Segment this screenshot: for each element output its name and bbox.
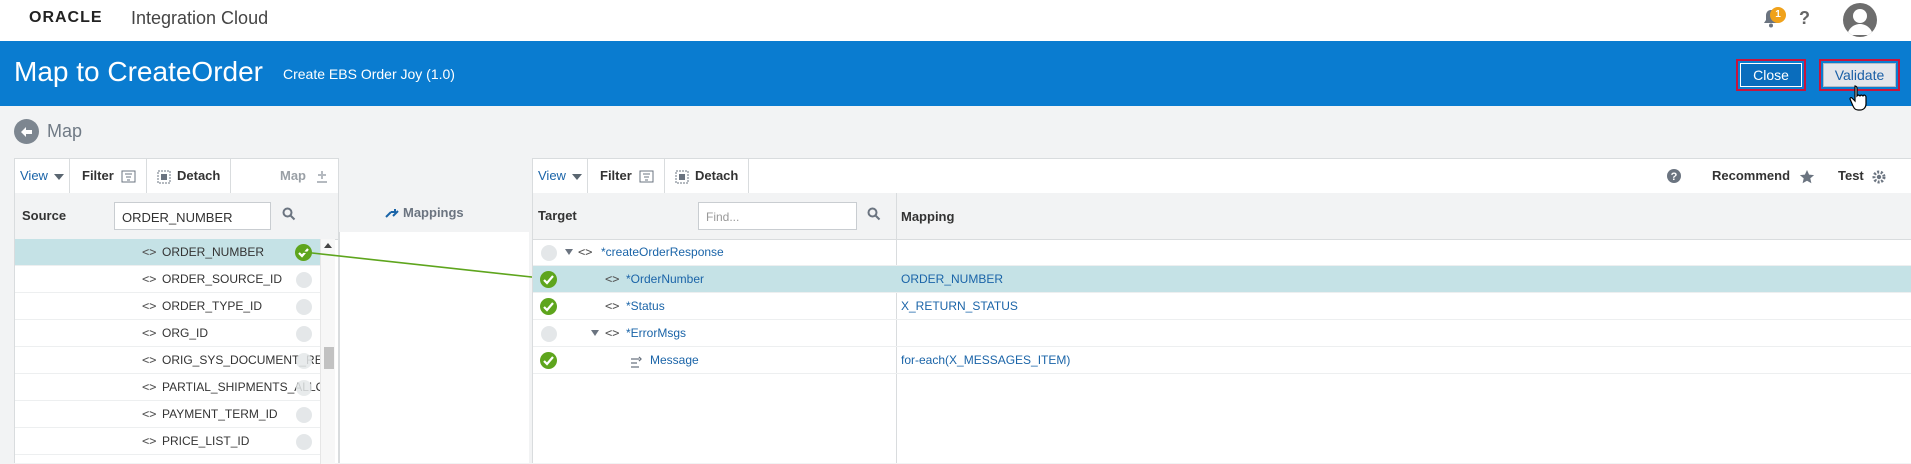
detach-icon xyxy=(675,170,689,184)
gear-icon xyxy=(1872,170,1886,184)
mapped-check-icon xyxy=(540,271,557,288)
unmapped-status-icon xyxy=(541,326,557,342)
target-row-label: *createOrderResponse xyxy=(601,245,724,259)
star-icon xyxy=(1799,169,1814,183)
target-row[interactable]: Message for-each(X_MESSAGES_ITEM) xyxy=(533,347,1911,374)
target-filter-label: Filter xyxy=(600,168,632,183)
for-each-icon xyxy=(629,353,643,380)
target-filter-button[interactable]: Filter xyxy=(588,159,665,193)
element-icon: <> xyxy=(605,299,620,313)
target-row[interactable]: <> *ErrorMsgs xyxy=(533,320,1911,347)
target-toolbar: View Filter Detach ? Recommend Test xyxy=(533,159,1911,194)
target-row[interactable]: <> *Status X_RETURN_STATUS xyxy=(533,293,1911,320)
mapping-column-header: Mapping xyxy=(901,209,955,224)
recommend-label: Recommend xyxy=(1712,168,1791,183)
target-row-label: *OrderNumber xyxy=(626,272,705,286)
collapse-icon[interactable] xyxy=(591,330,599,336)
target-view-menu[interactable]: View xyxy=(533,159,588,193)
recommend-button[interactable]: Recommend xyxy=(1712,159,1815,193)
help-circle-icon[interactable]: ? xyxy=(1666,168,1682,189)
target-row-label: *Status xyxy=(626,299,665,313)
filter-icon xyxy=(639,170,654,183)
target-detach-button[interactable]: Detach xyxy=(665,159,749,193)
collapse-icon[interactable] xyxy=(565,249,573,255)
target-row[interactable]: <> *createOrderResponse xyxy=(533,239,1911,266)
target-header-label: Target xyxy=(538,208,577,223)
target-panel: View Filter Detach ? Recommend Test Targ… xyxy=(532,158,1911,463)
test-button[interactable]: Test xyxy=(1838,159,1887,193)
mapping-expression[interactable]: X_RETURN_STATUS xyxy=(901,293,1018,320)
target-row-label: *ErrorMsgs xyxy=(626,326,687,340)
svg-text:?: ? xyxy=(1671,171,1678,183)
chevron-down-icon xyxy=(571,173,582,180)
target-detach-label: Detach xyxy=(695,168,739,183)
target-view-label: View xyxy=(538,168,566,183)
test-label: Test xyxy=(1838,168,1864,183)
mapping-expression[interactable]: ORDER_NUMBER xyxy=(901,266,1003,293)
target-row[interactable]: <> *OrderNumber ORDER_NUMBER xyxy=(533,266,1911,293)
mapping-expression[interactable]: for-each(X_MESSAGES_ITEM) xyxy=(901,347,1070,374)
element-icon: <> xyxy=(605,272,620,286)
search-icon[interactable] xyxy=(867,207,881,226)
mapped-check-icon xyxy=(540,352,557,369)
target-find-input[interactable]: Find... xyxy=(698,202,857,230)
target-row-label: Message xyxy=(650,353,699,367)
element-icon: <> xyxy=(605,326,620,340)
element-icon: <> xyxy=(578,245,593,259)
unmapped-status-icon xyxy=(541,245,557,261)
target-header-row: Target Find... Mapping xyxy=(533,193,1911,240)
mapped-check-icon xyxy=(540,298,557,315)
